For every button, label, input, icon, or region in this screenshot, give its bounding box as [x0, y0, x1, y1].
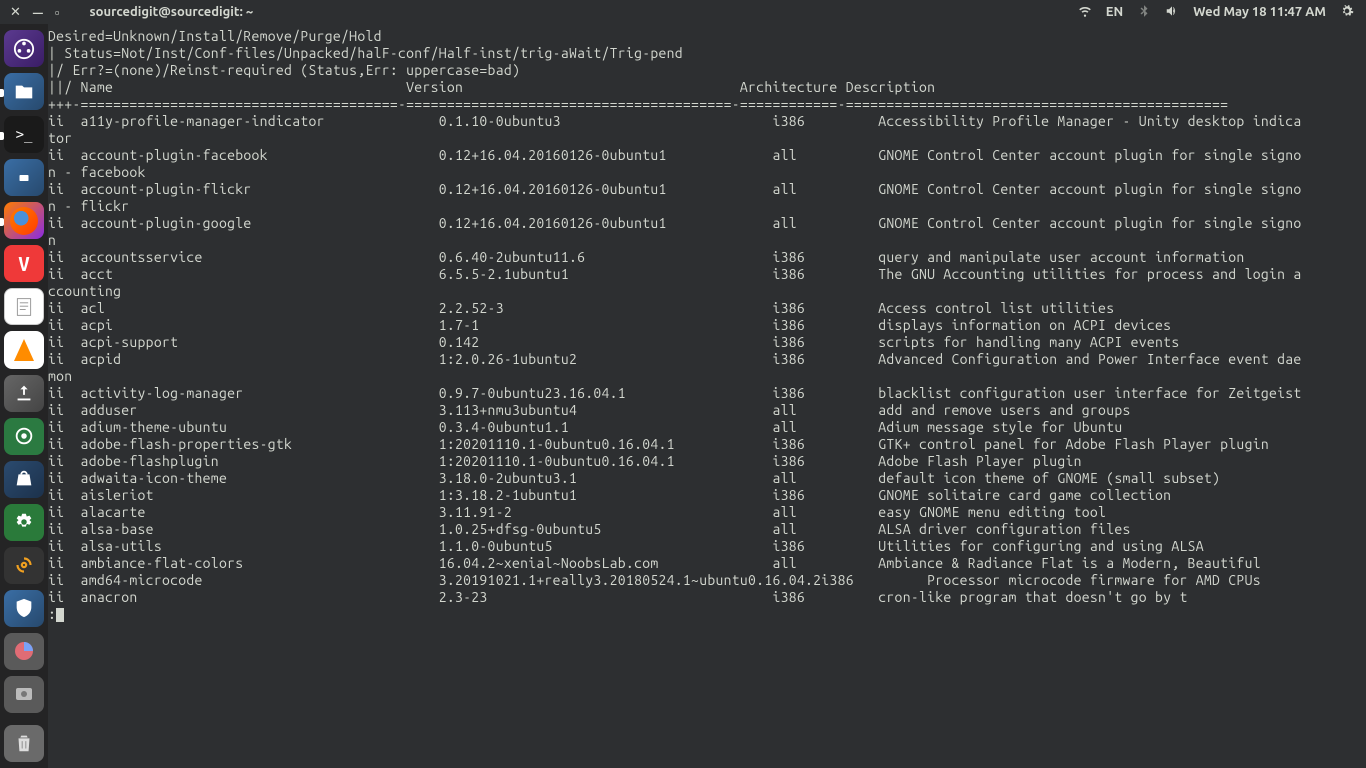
window-controls: ✕ ‒ ▫ — [0, 5, 60, 20]
usb-creator-icon[interactable] — [4, 159, 44, 196]
top-panel: ✕ ‒ ▫ sourcedigit@sourcedigit: ~ EN Wed … — [0, 0, 1366, 24]
terminal-icon[interactable]: >_ — [4, 116, 44, 153]
dash-icon[interactable] — [4, 30, 44, 67]
gear-icon[interactable] — [1340, 4, 1354, 21]
launcher: >_ V — [0, 24, 48, 768]
disks-icon[interactable] — [4, 676, 44, 713]
software-center-icon[interactable] — [4, 461, 44, 498]
window-title: sourcedigit@sourcedigit: ~ — [90, 5, 254, 19]
vivaldi-icon[interactable]: V — [4, 245, 44, 282]
close-icon[interactable]: ✕ — [10, 5, 21, 20]
firefox-icon[interactable] — [4, 202, 44, 239]
volume-icon[interactable] — [1165, 4, 1179, 21]
terminal-output[interactable]: Desired=Unknown/Install/Remove/Purge/Hol… — [48, 24, 1366, 768]
trash-icon[interactable] — [4, 725, 44, 762]
wifi-icon[interactable] — [1078, 4, 1092, 21]
maximize-icon[interactable]: ▫ — [55, 5, 60, 20]
status-area: EN Wed May 18 11:47 AM — [1078, 4, 1366, 21]
bluetooth-icon[interactable] — [1137, 4, 1151, 21]
terminal-cursor — [56, 608, 64, 622]
settings-icon[interactable] — [4, 504, 44, 541]
vlc-icon[interactable] — [4, 331, 44, 368]
software-updater-icon[interactable] — [4, 375, 44, 412]
minimize-icon[interactable]: ‒ — [33, 7, 43, 17]
disk-usage-icon[interactable] — [4, 633, 44, 670]
shield-icon[interactable] — [4, 590, 44, 627]
spiral-icon[interactable] — [4, 547, 44, 584]
language-indicator[interactable]: EN — [1106, 5, 1123, 19]
files-icon[interactable] — [4, 73, 44, 110]
clock[interactable]: Wed May 18 11:47 AM — [1193, 5, 1326, 19]
text-editor-icon[interactable] — [4, 288, 44, 325]
screenshot-icon[interactable] — [4, 418, 44, 455]
